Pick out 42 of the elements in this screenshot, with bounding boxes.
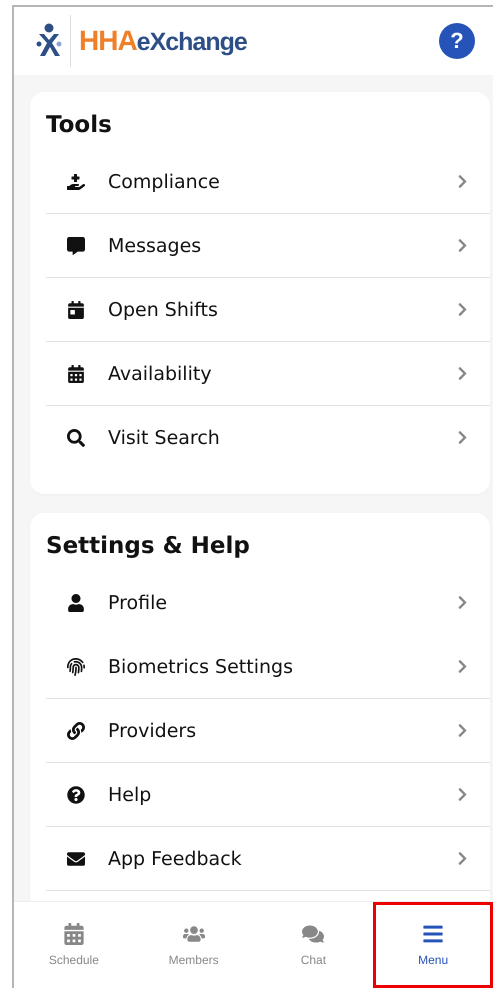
menu-item[interactable]: Open Shifts: [46, 278, 490, 342]
menu-item[interactable]: Profile: [46, 571, 490, 635]
menu-item-label: Biometrics Settings: [108, 656, 294, 678]
menu-item[interactable]: Providers: [46, 699, 490, 763]
speech-bubble-icon: [67, 236, 85, 254]
logo-figure-icon: [36, 23, 62, 59]
menu-item[interactable]: Compliance: [46, 150, 490, 214]
nav-tab[interactable]: Chat: [254, 902, 374, 988]
calendar-icon: [67, 300, 85, 318]
menu-item[interactable]: Help: [46, 763, 490, 827]
nav-tab[interactable]: Schedule: [14, 902, 134, 988]
section-title: Tools: [46, 111, 113, 140]
calendar-icon: [62, 923, 85, 945]
link-icon: [67, 722, 85, 740]
section-title: Settings & Help: [46, 532, 251, 561]
user-icon: [67, 594, 85, 612]
envelope-icon: [67, 850, 85, 868]
hand-medical-icon: [67, 172, 85, 190]
menu-item-label: App Feedback: [108, 848, 243, 870]
menu-item-label: Compliance: [108, 170, 221, 192]
menu-item-label: Visit Search: [108, 426, 221, 448]
menu-item[interactable]: Availability: [46, 342, 490, 406]
calendar-grid-icon: [67, 364, 85, 382]
menu-item[interactable]: Biometrics Settings: [46, 635, 490, 699]
help-button[interactable]: ?: [439, 23, 475, 59]
menu-item-label: Messages: [108, 234, 202, 256]
menu-item[interactable]: Visit Search: [46, 406, 490, 470]
menu-item[interactable]: Messages: [46, 214, 490, 278]
logo-text: HHAeXchange: [79, 25, 247, 57]
nav-tab[interactable]: Menu: [373, 902, 493, 988]
menu-item[interactable]: App Feedback: [46, 827, 490, 891]
search-icon: [67, 428, 85, 446]
menu-icon: [422, 923, 444, 945]
help-icon: [67, 786, 85, 804]
nav-tab[interactable]: Members: [134, 902, 254, 988]
menu-item-label: Profile: [108, 592, 168, 614]
menu-item-label: Availability: [108, 362, 213, 384]
fingerprint-icon: [67, 658, 85, 676]
menu-item-label: Providers: [108, 720, 198, 742]
menu-item-label: Help: [108, 784, 152, 806]
chat-icon: [302, 923, 324, 945]
menu-item-label: Open Shifts: [108, 298, 219, 320]
